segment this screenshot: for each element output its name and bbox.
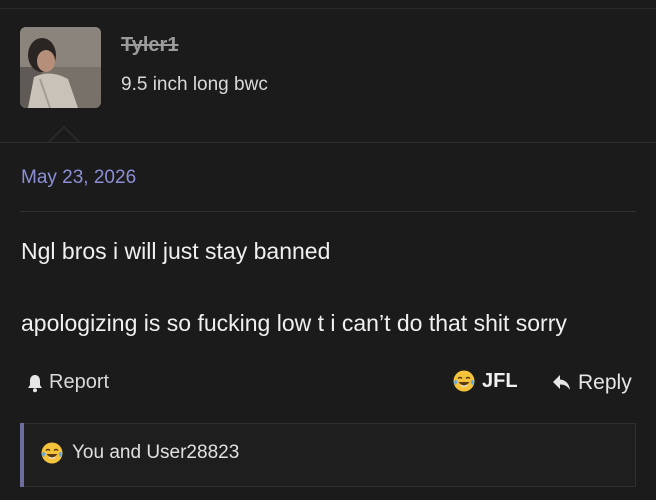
user-title: 9.5 inch long bwc [121,74,268,95]
reactions-summary[interactable]: You and User28823 [40,441,239,465]
jfl-reaction-button[interactable]: JFL [452,369,518,393]
reply-arrow-icon [553,375,570,390]
post-date[interactable]: May 23, 2026 [21,167,136,189]
header-divider [0,142,656,143]
post-body-line-2: apologizing is so fucking low t i can’t … [21,310,567,336]
tears-of-joy-emoji-icon [41,442,63,464]
reactions-accent-bar [20,423,24,487]
report-label: Report [49,371,110,393]
reactions-summary-text: You and User28823 [72,442,240,463]
username[interactable]: Tyler1 [121,34,178,57]
post-actions: Report JFL Reply [0,368,656,398]
avatar[interactable] [20,27,101,108]
date-divider [20,211,636,212]
avatar-image [20,27,101,108]
bell-icon [28,374,42,392]
post-author-header: Tyler1 9.5 inch long bwc [0,0,656,142]
reply-label: Reply [578,371,632,394]
post-body-line-1: Ngl bros i will just stay banned [21,238,331,264]
tears-of-joy-emoji-icon [453,370,475,392]
report-button[interactable]: Report [25,371,109,394]
jfl-label: JFL [482,369,518,392]
reply-button[interactable]: Reply [552,371,632,395]
